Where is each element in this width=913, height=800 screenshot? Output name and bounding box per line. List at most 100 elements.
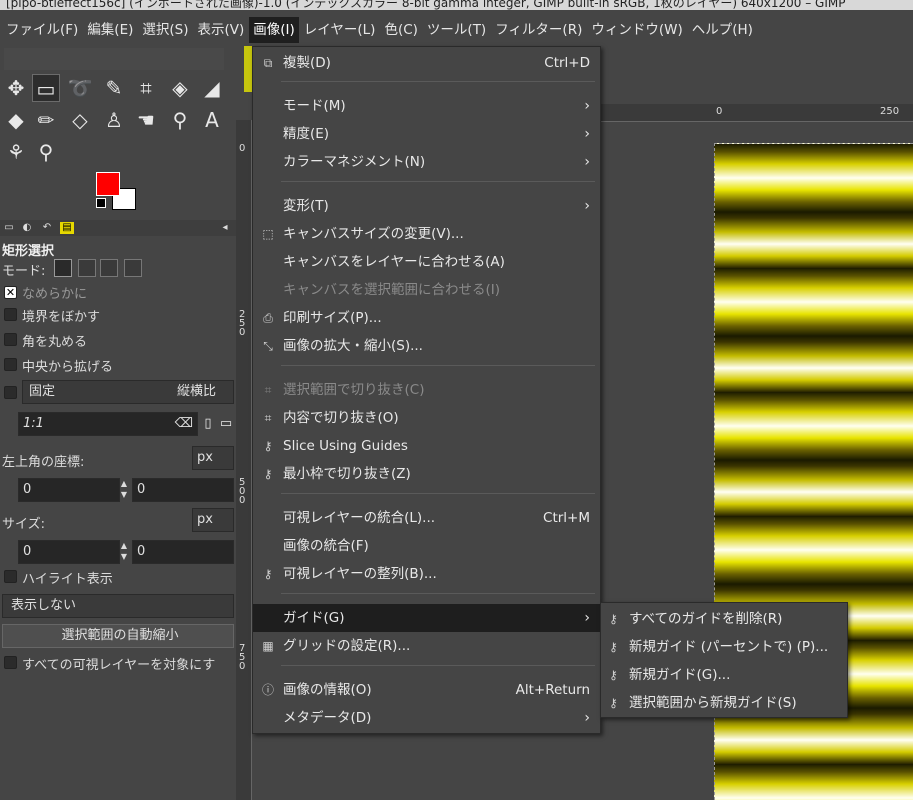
mode-replace-icon[interactable] [54,259,72,277]
position-y-input[interactable]: 0 [132,478,234,502]
feather-checkbox[interactable] [4,308,17,321]
tool-options-tab-icon[interactable]: ▭ [2,222,16,234]
images-tab-icon[interactable]: ▤ [60,222,74,234]
menu-item-flatten[interactable]: 画像の統合(F) [253,532,600,560]
rounded-corners-checkbox[interactable] [4,333,17,346]
menu-item-metadata[interactable]: メタデータ(D) › [253,704,600,732]
size-w-input[interactable]: 0 [18,540,120,564]
foreground-color-swatch[interactable] [96,172,120,196]
mode-add-icon[interactable] [78,259,96,277]
position-x-spinner[interactable]: ▲ ▼ [118,478,130,502]
menu-filters[interactable]: フィルター(R) [491,17,586,43]
menu-item-crop-to-content[interactable]: ⌗ 内容で切り抜き(O) [253,404,600,432]
mode-subtract-icon[interactable] [100,259,118,277]
horizontal-ruler[interactable]: 0 250 [600,104,913,122]
paths-tool-icon[interactable]: ⚲ [166,106,194,134]
submenu-item-new-guide-percent[interactable]: ⚷ 新規ガイド (パーセントで) (P)... [601,633,847,661]
position-x-input[interactable]: 0 [18,478,120,502]
menu-item-mode-label: モード(M) [283,98,346,114]
menu-item-configure-grid[interactable]: ▦ グリッドの設定(R)... [253,632,600,660]
menu-item-merge-visible[interactable]: 可視レイヤーの統合(L)... Ctrl+M [253,504,600,532]
submenu-item-new-guide[interactable]: ⚷ 新規ガイド(G)... [601,661,847,689]
landscape-icon[interactable]: ▭ [218,410,234,438]
position-x-value: 0 [23,482,32,497]
menu-item-guides[interactable]: ガイド(G) › [253,604,600,632]
guide-icon: ⚷ [609,696,618,710]
menu-item-canvas-size-label: キャンバスサイズの変更(V)... [283,226,464,242]
menu-item-precision[interactable]: 精度(E) › [253,120,600,148]
position-unit-select[interactable]: px [192,446,234,470]
crop-tool-icon[interactable]: ⌗ [132,74,160,102]
warp-tool-icon[interactable]: ◢ [198,74,226,102]
dock-tabs: ▭ ◐ ↶ ▤ ◂ [0,220,236,236]
menu-item-color-management[interactable]: カラーマネジメント(N) › [253,148,600,176]
ruler-top-label-250: 250 [880,106,900,117]
menu-windows[interactable]: ウィンドウ(W) [587,17,686,43]
bucket-fill-tool-icon[interactable]: ◆ [2,106,30,134]
clear-icon[interactable]: ⌫ [175,413,193,435]
menu-item-canvas-to-layers[interactable]: キャンバスをレイヤーに合わせる(A) [253,248,600,276]
menu-item-canvas-size[interactable]: ⬚ キャンバスサイズの変更(V)... [253,220,600,248]
fixed-checkbox[interactable] [4,386,17,399]
paintbrush-tool-icon[interactable]: ✏ [32,106,60,134]
menu-help[interactable]: ヘルプ(H) [688,17,757,43]
mode-intersect-icon[interactable] [124,259,142,277]
menu-layer[interactable]: レイヤー(L) [300,17,380,43]
menu-item-transform[interactable]: 変形(T) › [253,192,600,220]
menu-item-zealous-crop[interactable]: ⚷ 最小枠で切り抜き(Z) [253,460,600,488]
move-tool-icon[interactable]: ✥ [2,74,30,102]
text-tool-icon[interactable]: A [198,106,226,134]
fixed-dropdown[interactable]: 固定 縦横比 [22,380,234,404]
antialias-checkbox[interactable]: ✕ [4,286,17,299]
menu-item-duplicate[interactable]: ⧉ 複製(D) Ctrl+D [253,49,600,77]
menu-select[interactable]: 選択(S) [138,17,192,43]
menu-item-image-properties[interactable]: ⓘ 画像の情報(O) Alt+Return [253,676,600,704]
size-h-input[interactable]: 0 [132,540,234,564]
duplicate-icon: ⧉ [263,56,273,70]
menu-item-image-properties-label: 画像の情報(O) [283,682,372,698]
auto-shrink-label: 選択範囲の自動縮小 [61,628,179,643]
rect-select-tool-icon[interactable]: ▭ [32,74,60,102]
submenu-item-guides-from-selection[interactable]: ⚷ 選択範囲から新規ガイド(S) [601,689,847,717]
guides-dropdown[interactable]: 表示しない [2,594,234,618]
menu-item-mode[interactable]: モード(M) › [253,92,600,120]
menu-item-precision-label: 精度(E) [283,126,330,142]
transform-tool-icon[interactable]: ◈ [166,74,194,102]
dock-menu-icon[interactable]: ◂ [218,222,232,234]
menu-edit[interactable]: 編集(E) [83,17,137,43]
menu-image[interactable]: 画像(I) [249,17,299,43]
submenu-item-remove-all-guides[interactable]: ⚷ すべてのガイドを削除(R) [601,605,847,633]
menu-file[interactable]: ファイル(F) [2,17,82,43]
menu-item-scale-image[interactable]: ⤡ 画像の拡大・縮小(S)... [253,332,600,360]
menu-colors[interactable]: 色(C) [380,17,421,43]
expand-center-checkbox[interactable] [4,358,17,371]
size-unit-select[interactable]: px [192,508,234,532]
canvas-size-icon: ⬚ [262,227,274,241]
menu-view[interactable]: 表示(V) [194,17,249,43]
size-w-spinner[interactable]: ▲ ▼ [118,540,130,564]
menu-tools[interactable]: ツール(T) [423,17,490,43]
menu-item-slice-using-guides[interactable]: ⚷ Slice Using Guides [253,432,600,460]
auto-shrink-button[interactable]: 選択範囲の自動縮小 [2,624,234,648]
menu-item-print-size[interactable]: ⎙ 印刷サイズ(P)... [253,304,600,332]
undo-history-tab-icon[interactable]: ↶ [40,222,54,234]
portrait-icon[interactable]: ▯ [200,410,216,438]
highlight-checkbox[interactable] [4,570,17,583]
ratio-input[interactable]: 1:1 ⌫ [18,412,198,436]
smudge-tool-icon[interactable]: ☚ [132,106,160,134]
all-layers-checkbox[interactable] [4,656,17,669]
guide-icon: ⚷ [609,612,618,626]
ruler-left-label-0: 0 [239,143,246,154]
menu-item-align-layers[interactable]: ⚷ 可視レイヤーの整列(B)... [253,560,600,588]
device-status-tab-icon[interactable]: ◐ [20,222,34,234]
eraser-tool-icon[interactable]: ◇ [66,106,94,134]
position-unit: px [197,450,213,465]
color-picker-tool-icon[interactable]: ⚘ [2,138,30,166]
crop-icon: ⌗ [264,411,272,425]
default-colors-icon[interactable] [96,198,106,208]
vertical-ruler[interactable]: 0 250 500 750 [236,120,252,800]
clone-tool-icon[interactable]: ♙ [100,106,128,134]
fuzzy-select-tool-icon[interactable]: ✎ [100,74,128,102]
zoom-tool-icon[interactable]: ⚲ [32,138,60,166]
lasso-tool-icon[interactable]: ➰ [66,74,94,102]
